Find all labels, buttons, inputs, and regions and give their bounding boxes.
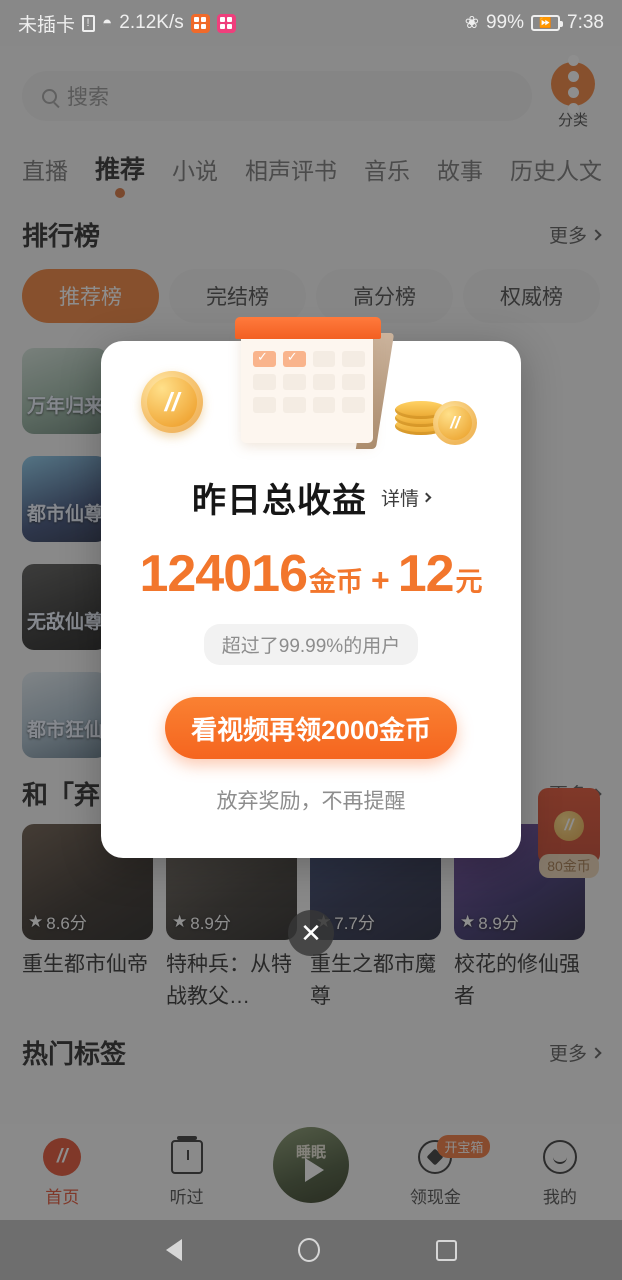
home-circle-icon[interactable] (298, 1238, 320, 1262)
sim-alert-icon (82, 15, 95, 32)
plus-sign: + (371, 562, 390, 599)
chevron-right-icon (422, 493, 432, 503)
battery-percent: 99% (486, 12, 524, 34)
carrier-label: 未插卡 (18, 10, 75, 37)
coin-icon: // (141, 371, 203, 433)
page-title: 昨日总收益 (192, 473, 367, 522)
coins-amount: 124016 (139, 544, 307, 604)
calendar-icon (233, 317, 389, 449)
cash-amount: 12 (398, 544, 454, 604)
back-triangle-icon[interactable] (166, 1239, 182, 1261)
wifi-icon: ◓ (102, 13, 112, 33)
coins-unit: 金币 (309, 560, 363, 599)
cash-unit: 元 (456, 560, 483, 599)
coin-icon-secondary: // (433, 401, 477, 445)
daily-earnings-modal: // // 昨日总收益 详情 124016 金币 + 12 元 超过了99.99… (101, 341, 521, 858)
app-notification-icon-2 (217, 14, 236, 33)
recents-square-icon[interactable] (436, 1240, 457, 1261)
calendar-coins-illustration: // // (101, 317, 521, 477)
modal-title-row: 昨日总收益 详情 (192, 473, 430, 522)
calendar-grid (253, 351, 365, 413)
battery-icon: ⏩ (531, 15, 560, 31)
percentile-badge: 超过了99.99%的用户 (204, 624, 418, 665)
network-speed: 2.12K/s (119, 12, 183, 34)
clock-label: 7:38 (567, 12, 604, 34)
detail-link[interactable]: 详情 (381, 484, 430, 511)
watch-video-button[interactable]: 看视频再领2000金币 (165, 697, 457, 759)
android-navigation-bar (0, 1220, 622, 1280)
dismiss-reward-link[interactable]: 放弃奖励，不再提醒 (217, 785, 406, 815)
app-notification-icon-1 (191, 14, 210, 33)
bluetooth-icon: ❀ (465, 13, 479, 33)
calendar-header-bar (235, 317, 381, 339)
close-icon[interactable]: ✕ (288, 910, 334, 956)
detail-link-label: 详情 (381, 484, 419, 511)
status-bar: 未插卡 ◓ 2.12K/s ❀ 99% ⏩ 7:38 (0, 0, 622, 46)
phone-screen: 搜索 分类 直播 推荐 小说 相声评书 音乐 故事 历史人文 排行榜 更多 推荐… (0, 0, 622, 1280)
earnings-amount: 124016 金币 + 12 元 (139, 544, 482, 604)
